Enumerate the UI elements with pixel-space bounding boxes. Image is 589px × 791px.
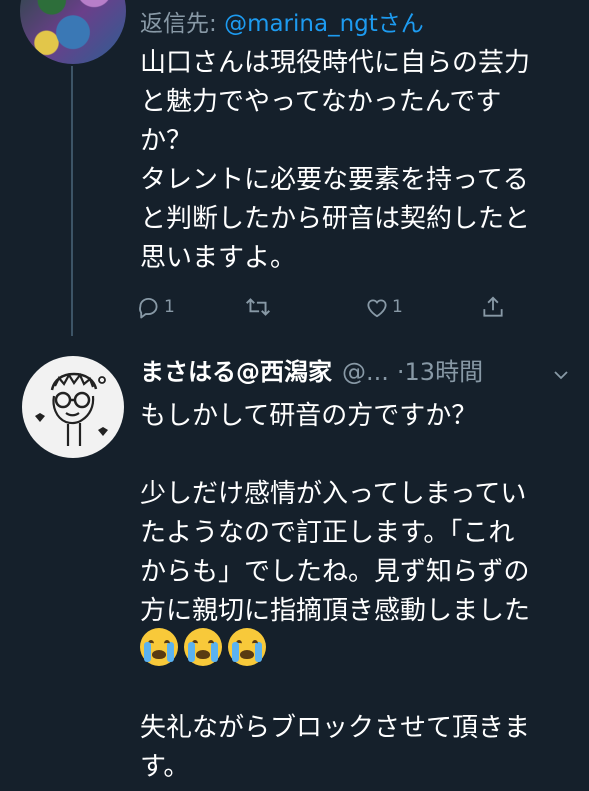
avatar-bottom[interactable] (22, 356, 124, 458)
retweet-icon (244, 294, 272, 320)
reply-icon (136, 294, 162, 320)
reply-to-line: 返信先: @marina_ngtさん (140, 4, 424, 38)
like-button[interactable]: 1 (364, 290, 403, 324)
share-icon (480, 294, 506, 320)
tweet-actions: 1 1 (136, 290, 516, 324)
username[interactable]: @... (342, 358, 389, 386)
display-name[interactable]: まさはる@西潟家 (140, 352, 332, 387)
separator: · (396, 358, 405, 386)
reply-to-label: 返信先: (140, 11, 225, 37)
like-count: 1 (392, 297, 403, 317)
chevron-down-icon[interactable] (552, 362, 570, 390)
avatar-top[interactable] (20, 0, 126, 64)
like-icon (364, 294, 390, 320)
retweet-button[interactable] (244, 290, 272, 324)
thread-line (71, 66, 73, 336)
tweet-header: まさはる@西潟家 @... · 13時間 (140, 352, 580, 392)
loudly-crying-face-icon (184, 628, 222, 666)
tweet-text: もしかして研音の方ですか？ 少しだけ感情が入ってしまってい たようなので訂正しま… (140, 401, 531, 782)
loudly-crying-face-icon (228, 628, 266, 666)
reply-to-handle[interactable]: @marina_ngtさん (224, 11, 424, 37)
tweet-text: 山口さんは現役時代に自らの芸力 と魅力でやってなかったんです か？ タレントに必… (140, 48, 531, 273)
emoji-row (140, 628, 266, 666)
share-button[interactable] (480, 290, 506, 324)
loudly-crying-face-icon (140, 628, 178, 666)
reply-button[interactable]: 1 (136, 290, 175, 324)
timestamp[interactable]: 13時間 (405, 352, 484, 387)
reply-count: 1 (164, 297, 175, 317)
